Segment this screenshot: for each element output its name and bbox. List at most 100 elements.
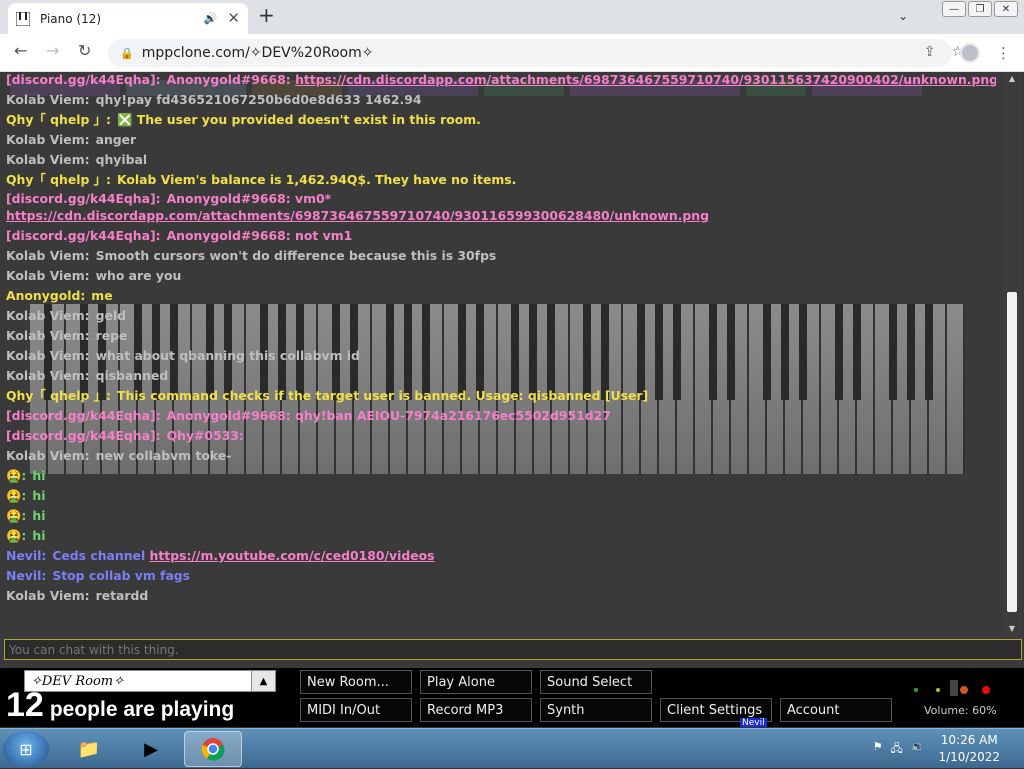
knob-orange[interactable] <box>960 686 968 694</box>
sound-select-button[interactable]: Sound Select <box>540 670 652 694</box>
start-button-icon[interactable]: ⊞ <box>3 731 49 767</box>
chat-text: new collabvm toke- <box>95 448 232 463</box>
lock-icon[interactable]: 🔒 <box>120 47 134 60</box>
chat-text: hi <box>32 488 46 503</box>
chat-message: Kolab Viem: anger <box>6 130 996 150</box>
omnibox-actions: ⇪ ☆ <box>924 44 964 60</box>
tab-search-icon[interactable]: ⌄ <box>898 9 908 23</box>
knob-lime[interactable] <box>936 688 940 692</box>
new-room-button[interactable]: New Room... <box>300 670 412 694</box>
chat-text: who are you <box>95 268 182 283</box>
forward-icon[interactable]: → <box>46 43 59 59</box>
clock-time: 10:26 AM <box>940 733 998 747</box>
reload-icon[interactable]: ↻ <box>78 43 91 59</box>
chat-message: 🤮: hi <box>6 466 996 486</box>
chat-link[interactable]: https://m.youtube.com/c/ced0180/videos <box>150 548 435 563</box>
chat-text: me <box>91 288 113 303</box>
chat-message: [discord.gg/k44Eqha]: Qhy#0533: <box>6 426 996 446</box>
chat-text: retardd <box>95 588 149 603</box>
chat-message: [discord.gg/k44Eqha]: Anonygold#9668: htt… <box>6 72 996 90</box>
chat-message: Qhy「 qhelp 」: This command checks if the … <box>6 386 996 406</box>
profile-avatar[interactable] <box>960 43 980 63</box>
account-button[interactable]: Account <box>780 698 892 722</box>
network-icon[interactable]: 🖧 <box>891 740 903 759</box>
chat-message: Kolab Viem: what about qbanning this coll… <box>6 346 996 366</box>
scroll-down-icon[interactable]: ▼ <box>1009 624 1015 633</box>
chat-nick: [discord.gg/k44Eqha]: <box>6 428 161 443</box>
chrome-icon[interactable] <box>184 731 242 767</box>
chat-text: geld <box>95 308 126 323</box>
play-alone-button[interactable]: Play Alone <box>420 670 532 694</box>
chat-scrollbar[interactable]: ▲ ▼ <box>1005 72 1022 635</box>
clock-date: 1/10/2022 <box>938 750 1000 764</box>
midi-in-out-button[interactable]: MIDI In/Out <box>300 698 412 722</box>
chat-link[interactable]: https://cdn.discordapp.com/attachments/6… <box>6 208 709 223</box>
scrollbar-thumb[interactable] <box>1007 292 1017 612</box>
share-icon[interactable]: ⇪ <box>924 44 936 60</box>
chat-link[interactable]: https://cdn.discordapp.com/attachments/6… <box>295 72 996 87</box>
audio-playing-icon[interactable]: 🔊 <box>204 12 218 25</box>
player-count: 12 people are playing <box>6 686 234 725</box>
chat-text: hi <box>32 508 46 523</box>
chat-text: Anonygold#9668: not vm1 <box>166 228 353 243</box>
restore-icon[interactable]: ❐ <box>968 1 992 17</box>
browser-tab[interactable]: Piano (12) 🔊 ✕ <box>8 3 248 34</box>
volume-slider[interactable] <box>950 680 958 696</box>
close-window-icon[interactable]: ✕ <box>994 1 1018 17</box>
new-tab-icon[interactable]: + <box>258 5 275 25</box>
chat-message: 🤮: hi <box>6 526 996 546</box>
chat-text: This command checks if the target user i… <box>117 388 649 403</box>
explorer-icon[interactable]: 📁 <box>60 731 118 767</box>
chat-text: Anonygold#9668: <box>166 72 291 87</box>
chat-nick: Kolab Viem: <box>6 152 90 167</box>
chat-text: qhy!pay fd436521067250b6d0e8d633 1462.94 <box>95 92 422 107</box>
chat-text: qhyibal <box>95 152 148 167</box>
chat-nick: Kolab Viem: <box>6 368 90 383</box>
chat-nick: Kolab Viem: <box>6 308 90 323</box>
chat-nick: Kolab Viem: <box>6 268 90 283</box>
minimize-icon[interactable]: — <box>942 1 966 17</box>
chat-text: hi <box>32 468 46 483</box>
chevron-up-icon[interactable]: ▲ <box>251 671 275 691</box>
player-count-text: people are playing <box>49 698 235 721</box>
chat-nick: [discord.gg/k44Eqha]: <box>6 191 161 206</box>
chat-text: ❎ The user you provided doesn't exist in… <box>117 112 481 127</box>
chat-text: Ceds channel <box>52 548 146 563</box>
chat-nick: Nevil: <box>6 568 47 583</box>
chat-message: [discord.gg/k44Eqha]: Anonygold#9668: qhy… <box>6 406 996 426</box>
chat-input[interactable] <box>4 639 1022 660</box>
flag-icon[interactable]: ⚑ <box>873 740 883 759</box>
record-mp3-button[interactable]: Record MP3 <box>420 698 532 722</box>
chat-nick: Qhy「 qhelp 」: <box>6 172 112 187</box>
media-player-icon[interactable]: ▶ <box>122 731 180 767</box>
chat-text: Smooth cursors won't do difference becau… <box>95 248 497 263</box>
chat-nick: [discord.gg/k44Eqha]: <box>6 408 161 423</box>
volume-label: Volume: 60% <box>924 704 997 717</box>
address-bar[interactable]: 🔒 mppclone.com/✧DEV%20Room✧ <box>108 39 952 67</box>
chat-nick: Kolab Viem: <box>6 348 90 363</box>
chat-message: Kolab Viem: geld <box>6 306 996 326</box>
clock[interactable]: 10:26 AM 1/10/2022 <box>938 732 1000 766</box>
chat-text: Qhy#0533: <box>166 428 244 443</box>
chat-message: [discord.gg/k44Eqha]: Anonygold#9668: vm0… <box>6 190 996 226</box>
tab-title: Piano (12) <box>40 11 102 26</box>
close-tab-icon[interactable]: ✕ <box>227 11 240 26</box>
chat-message: Kolab Viem: qisbanned <box>6 366 996 386</box>
chat-nick: 🤮: <box>6 488 27 503</box>
synth-button[interactable]: Synth <box>540 698 652 722</box>
chat-nick: Kolab Viem: <box>6 92 90 107</box>
knob-red[interactable] <box>982 686 990 694</box>
speaker-icon[interactable]: 🔉 <box>911 740 925 759</box>
chat-message: Nevil: Ceds channel https://m.youtube.com… <box>6 546 996 566</box>
browser-menu-icon[interactable]: ⋮ <box>996 44 1011 62</box>
chat-nick: [discord.gg/k44Eqha]: <box>6 228 161 243</box>
scroll-up-icon[interactable]: ▲ <box>1009 74 1015 83</box>
chat-nick: [discord.gg/k44Eqha]: <box>6 72 161 87</box>
chat-nick: 🤮: <box>6 528 27 543</box>
chat-message: Anonygold: me <box>6 286 996 306</box>
back-icon[interactable]: ← <box>14 43 27 59</box>
chat-nick: Kolab Viem: <box>6 588 90 603</box>
chat-message: Kolab Viem: qhyibal <box>6 150 996 170</box>
chat-nick: 🤮: <box>6 468 27 483</box>
knob-green[interactable] <box>914 688 918 692</box>
